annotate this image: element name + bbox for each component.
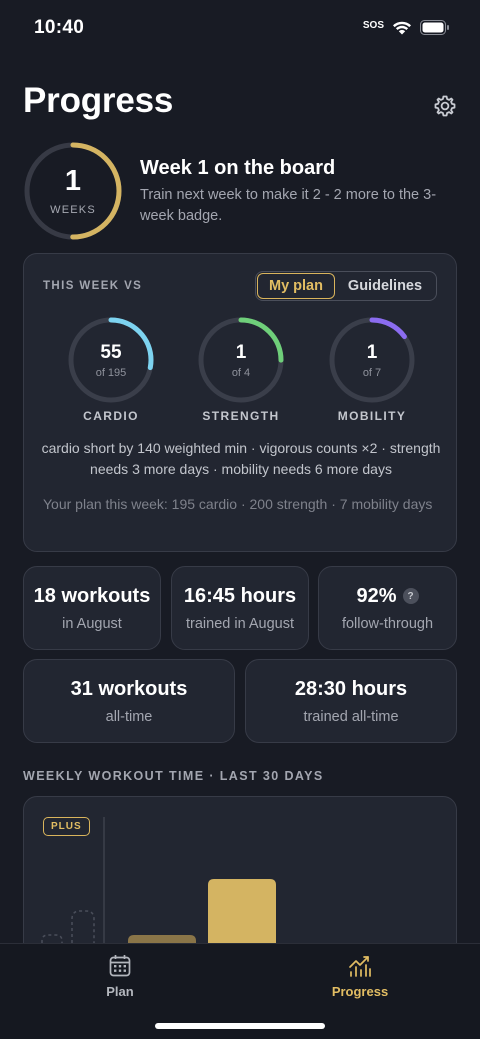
tab-plan-label: Plan: [106, 984, 134, 999]
stat-hours-month[interactable]: 16:45 hours trained in August: [171, 566, 309, 650]
stat-workouts-month[interactable]: 18 workouts in August: [23, 566, 161, 650]
home-indicator[interactable]: [155, 1023, 325, 1029]
tab-progress-label: Progress: [331, 984, 389, 999]
mobility-target: of 7: [362, 367, 382, 379]
stat-follow-through[interactable]: 92% ? follow-through: [318, 566, 457, 650]
mobility-label: MOBILITY: [337, 409, 407, 423]
cardio-ring: 55 of 195: [66, 315, 156, 405]
streak-subtitle: Train next week to make it 2 - 2 more to…: [140, 187, 437, 224]
streak-value: 1: [64, 165, 82, 197]
stat-value-row: 92% ?: [356, 584, 419, 608]
stat-value: 31 workouts: [70, 677, 188, 700]
stat-label: in August: [62, 615, 122, 632]
tab-guidelines[interactable]: Guidelines: [335, 273, 435, 299]
plan-toggle: My plan Guidelines: [255, 271, 437, 301]
streak-title: Week 1 on the board: [140, 157, 336, 179]
settings-gear-icon[interactable]: [433, 94, 457, 118]
week-plan-text: Your plan this week: 195 cardio · 200 st…: [43, 496, 433, 512]
streak-unit: WEEKS: [50, 204, 96, 216]
wifi-icon: [393, 21, 411, 35]
battery-icon: [420, 20, 449, 35]
help-icon[interactable]: ?: [402, 588, 419, 604]
strength-target: of 4: [231, 367, 251, 379]
cardio-value: 55: [100, 342, 122, 363]
status-icons: SOS: [363, 20, 450, 35]
mobility-ring: 1 of 7: [327, 315, 417, 405]
chart-icon: [349, 956, 371, 977]
stat-value: 18 workouts: [33, 584, 151, 607]
page-title: Progress: [23, 81, 174, 120]
this-week-label: THIS WEEK VS: [43, 280, 143, 292]
strength-ring: 1 of 4: [196, 315, 286, 405]
status-time: 10:40: [34, 17, 85, 38]
stat-value: 92%: [356, 584, 397, 607]
calendar-icon: [109, 955, 131, 977]
strength-value: 1: [235, 342, 247, 363]
stat-hours-alltime[interactable]: 28:30 hours trained all-time: [245, 659, 457, 743]
locked-ghost-bar: [71, 910, 95, 943]
stat-label: all-time: [105, 708, 153, 725]
stat-workouts-alltime[interactable]: 31 workouts all-time: [23, 659, 235, 743]
cardio-label: CARDIO: [83, 409, 139, 423]
stat-value: 28:30 hours: [294, 677, 408, 700]
week-summary-note: cardio short by 140 weighted min · vigor…: [41, 440, 441, 477]
stat-label: trained all-time: [303, 708, 399, 725]
tab-progress[interactable]: Progress: [300, 954, 420, 999]
stat-value: 16:45 hours: [183, 584, 297, 607]
mobility-value: 1: [366, 342, 378, 363]
stat-label: trained in August: [185, 615, 295, 632]
tab-plan[interactable]: Plan: [60, 954, 180, 999]
stat-label: follow-through: [341, 615, 434, 632]
this-week-card: THIS WEEK VS My plan Guidelines 55 of 19…: [23, 253, 457, 552]
sos-indicator: SOS: [362, 19, 384, 31]
cardio-target: of 195: [95, 367, 127, 379]
locked-ghost-bar: [41, 934, 63, 943]
tab-my-plan[interactable]: My plan: [257, 273, 335, 299]
strength-label: STRENGTH: [202, 409, 280, 423]
status-bar: 10:40 SOS: [0, 0, 480, 56]
plus-badge[interactable]: PLUS: [43, 817, 90, 836]
chart-section-title: WEEKLY WORKOUT TIME · LAST 30 DAYS: [23, 769, 324, 783]
